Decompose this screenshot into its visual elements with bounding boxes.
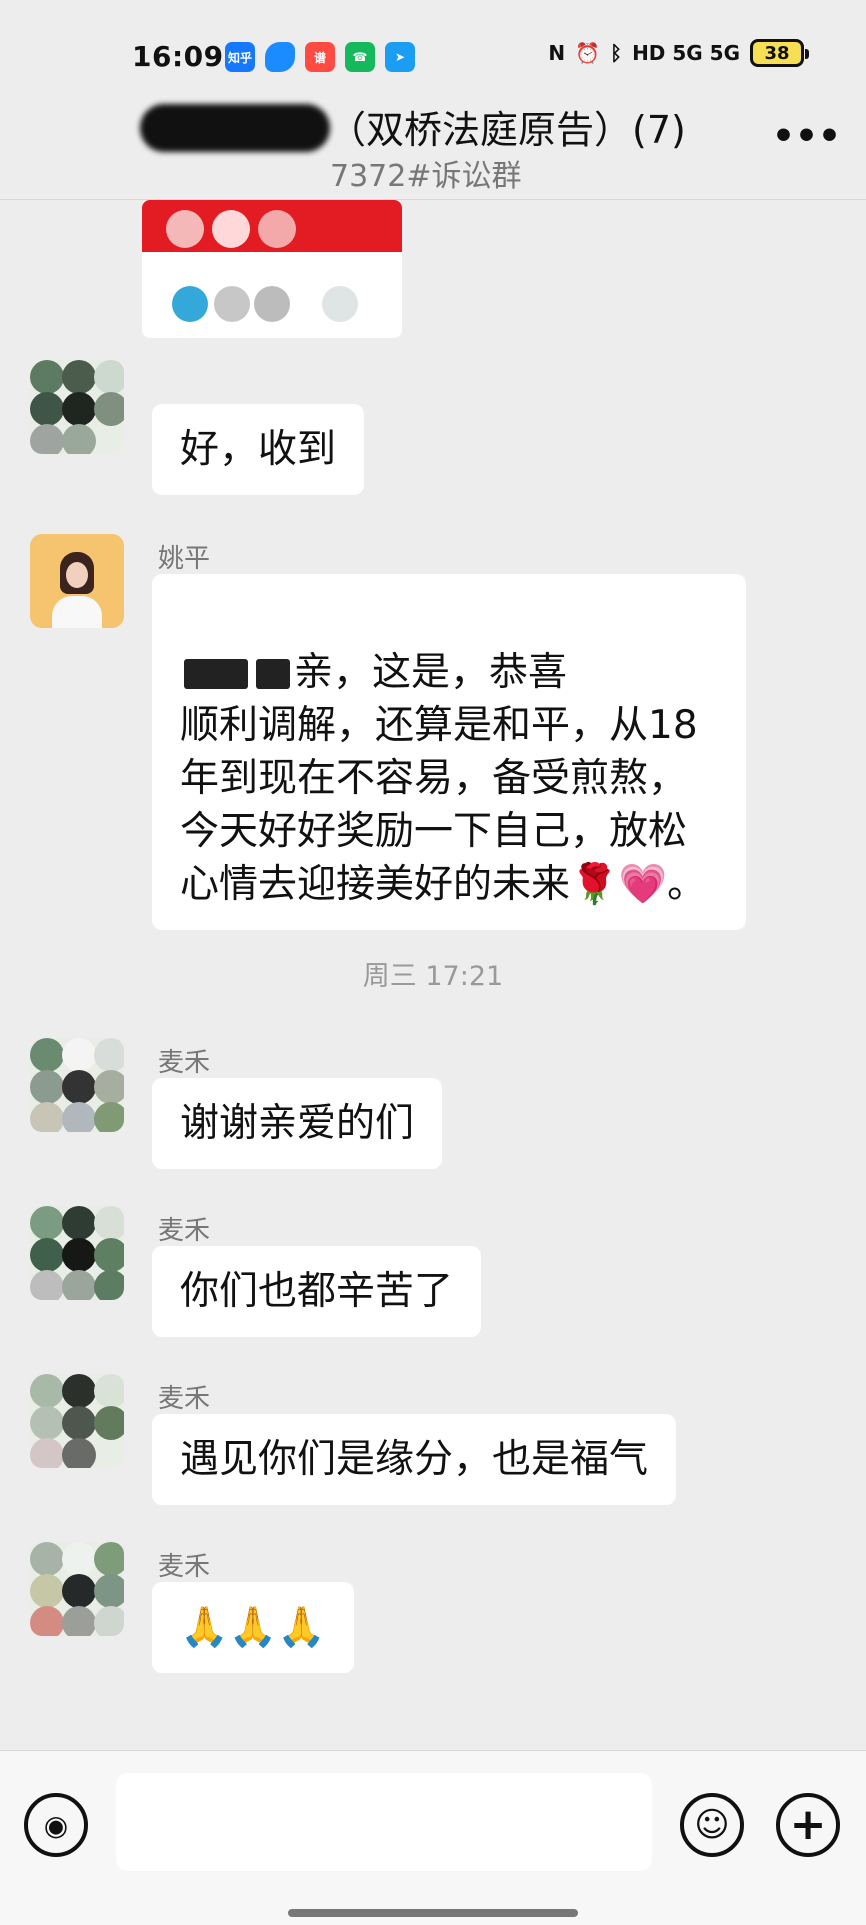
avatar-blur-tile [30, 1038, 64, 1072]
avatar[interactable] [30, 1374, 124, 1468]
avatar-blur-tile [62, 1374, 96, 1408]
blur-dot [172, 286, 208, 322]
redacted-text [184, 659, 248, 689]
avatar-blur-tile [94, 1238, 124, 1272]
woman-avatar-face [66, 562, 88, 588]
alarm-icon: ⏰ [575, 41, 601, 65]
avatar-blur-tile [30, 1070, 64, 1104]
message-bubble[interactable]: 亲，这是，恭喜 顺利调解，还算是和平，从18 年到现在不容易，备受煎熬， 今天好… [152, 574, 746, 930]
avatar-blur-tile [30, 360, 64, 394]
avatar-blur-tile [62, 1102, 96, 1132]
blur-dot [214, 286, 250, 322]
blur-dot [322, 286, 358, 322]
avatar-blur-tile [30, 1206, 64, 1240]
message-bubble[interactable]: 🙏🙏🙏 [152, 1582, 354, 1673]
avatar-blur-tile [62, 1574, 96, 1608]
avatar-blur-tile [30, 1270, 64, 1300]
deal-app-icon: 谱 [305, 42, 335, 72]
nfc-icon: N [548, 41, 566, 65]
avatar-blur-tile [30, 1406, 64, 1440]
avatar-blur-tile [94, 360, 124, 394]
blur-dot [166, 210, 204, 248]
avatar-blur-tile [62, 1270, 96, 1300]
avatar[interactable] [30, 534, 124, 628]
bluetooth-icon: ᛒ [610, 41, 623, 65]
blurred-shared-card[interactable] [142, 200, 402, 338]
avatar-blur-tile [62, 360, 96, 394]
avatar-blur-tile [94, 1206, 124, 1240]
avatar[interactable] [30, 360, 124, 454]
blurred-group-name [140, 104, 330, 152]
more-options-button[interactable]: ••• [772, 119, 841, 160]
message-bubble[interactable]: 你们也都辛苦了 [152, 1246, 482, 1337]
status-app-icons: 知乎 谱 ☎ ➤ [225, 42, 415, 72]
message-bubble[interactable]: 谢谢亲爱的们 [152, 1078, 443, 1169]
sender-name: 麦禾 [158, 1552, 211, 1582]
blur-dot [212, 210, 250, 248]
avatar-blur-tile [62, 1206, 96, 1240]
avatar-blur-tile [62, 1542, 96, 1576]
avatar[interactable] [30, 1206, 124, 1300]
blur-dot [254, 286, 290, 322]
avatar-blur-tile [62, 1606, 96, 1636]
sender-name: 麦禾 [158, 1384, 211, 1414]
status-time: 16:09 [132, 40, 224, 73]
sender-name: 麦禾 [158, 1216, 211, 1246]
redacted-text [256, 659, 290, 689]
zhihu-app-icon: 知乎 [225, 42, 255, 72]
avatar-blur-tile [30, 392, 64, 426]
home-indicator[interactable] [288, 1909, 578, 1917]
avatar-blur-tile [62, 1438, 96, 1468]
message-bubble[interactable]: 遇见你们是缘分，也是福气 [152, 1414, 677, 1505]
avatar-blur-tile [30, 1606, 64, 1636]
avatar-blur-tile [94, 1574, 124, 1608]
emoji-button[interactable]: ☺ [680, 1793, 744, 1857]
message-bubble[interactable]: 好，收到 [152, 404, 365, 495]
voice-input-button[interactable]: ◉ [24, 1793, 88, 1857]
cloud-app-icon [265, 42, 295, 72]
avatar-blur-tile [94, 1374, 124, 1408]
network-status: HD 5G 5G [632, 41, 740, 65]
telegram-app-icon: ➤ [385, 42, 415, 72]
avatar-blur-tile [94, 1406, 124, 1440]
avatar-blur-tile [94, 1102, 124, 1132]
blur-dot [258, 210, 296, 248]
avatar-blur-tile [30, 1238, 64, 1272]
avatar-blur-tile [94, 1038, 124, 1072]
avatar-blur-tile [94, 1270, 124, 1300]
woman-avatar-body [52, 596, 102, 628]
avatar-blur-tile [30, 1542, 64, 1576]
avatar-blur-tile [62, 1070, 96, 1104]
status-indicators: N ⏰ ᛒ HD 5G 5G 38 [548, 39, 809, 67]
chat-title: （双桥法庭原告）(7) [328, 108, 686, 152]
avatar-blur-tile [30, 1574, 64, 1608]
avatar[interactable] [30, 1038, 124, 1132]
more-actions-button[interactable]: + [776, 1793, 840, 1857]
chat-header: （双桥法庭原告）(7) 7372#诉讼群 ••• [0, 90, 866, 200]
phone-app-icon: ☎ [345, 42, 375, 72]
avatar-blur-tile [30, 424, 64, 454]
avatar-blur-tile [62, 424, 96, 454]
battery-icon: 38 [750, 39, 809, 67]
sender-name: 姚平 [158, 544, 211, 574]
avatar-blur-tile [62, 392, 96, 426]
avatar-blur-tile [94, 392, 124, 426]
avatar-blur-tile [30, 1102, 64, 1132]
avatar-blur-tile [94, 1542, 124, 1576]
chat-message-area[interactable]: 好，收到 姚平 亲，这是，恭喜 顺利调解，还算是和平，从18 年到现在不容易，备… [0, 200, 866, 1750]
message-input-bar: ◉ ☺ + [0, 1750, 866, 1925]
chat-subtitle: 7372#诉讼群 [330, 159, 522, 194]
avatar-blur-tile [62, 1406, 96, 1440]
avatar-blur-tile [62, 1038, 96, 1072]
avatar-blur-tile [30, 1438, 64, 1468]
avatar-blur-tile [94, 1606, 124, 1636]
avatar-blur-tile [94, 1070, 124, 1104]
message-timestamp: 周三 17:21 [362, 961, 504, 992]
avatar[interactable] [30, 1542, 124, 1636]
avatar-blur-tile [62, 1238, 96, 1272]
sender-name: 麦禾 [158, 1048, 211, 1078]
message-input[interactable] [116, 1773, 652, 1871]
avatar-blur-tile [30, 1374, 64, 1408]
